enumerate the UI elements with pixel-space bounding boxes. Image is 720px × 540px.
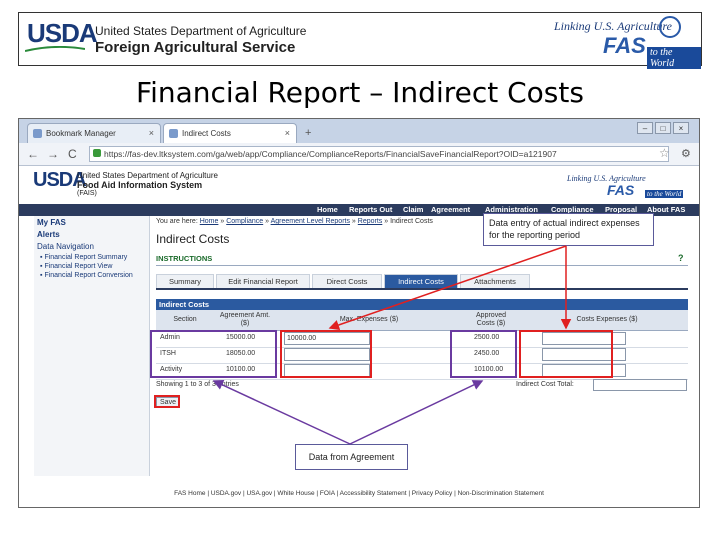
arrow-to-approved-costs [349,380,484,445]
arrow-to-agreement-amt [212,380,351,445]
arrow-to-max-expenses [328,245,567,331]
annotation-arrows [212,245,572,445]
